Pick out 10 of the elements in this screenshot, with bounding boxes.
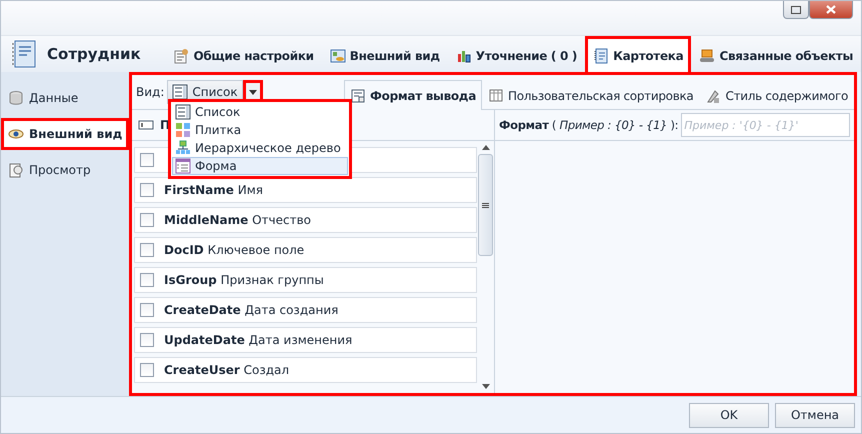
field-label: MiddleName Отчество bbox=[164, 213, 312, 227]
field-label: IsGroup Признак группы bbox=[164, 273, 324, 287]
window-title: Сотрудник bbox=[47, 45, 142, 63]
field-label: FirstName Имя bbox=[164, 183, 263, 197]
field-label: CreateUser Создал bbox=[164, 363, 290, 377]
field-label: DocID Ключевое поле bbox=[164, 243, 304, 257]
field-label: UpdateDate Дата изменения bbox=[164, 333, 352, 347]
view-label: Вид: bbox=[136, 85, 164, 99]
field-label: CreateDate Дата создания bbox=[164, 303, 338, 317]
format-label: Формат ( Пример : {0} - {1} ): bbox=[499, 118, 678, 132]
